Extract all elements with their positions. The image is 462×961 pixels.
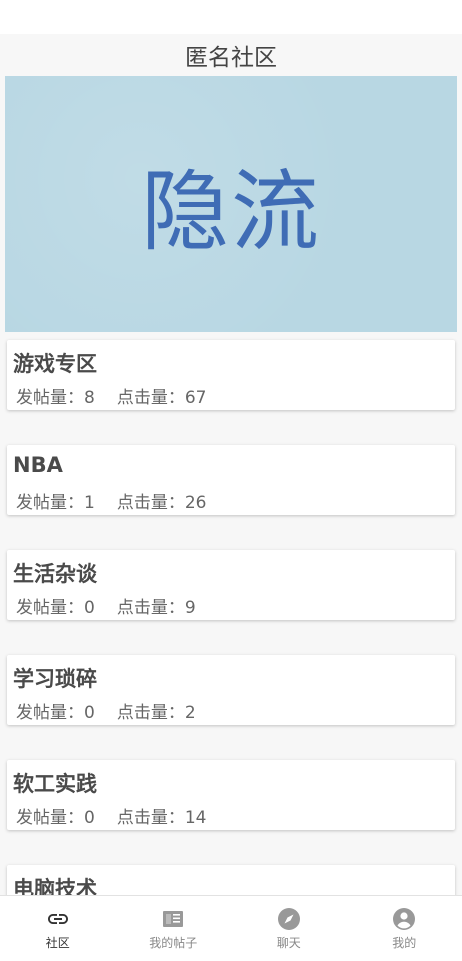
- board-list[interactable]: 游戏专区 发帖量：8 点击量：67 NBA 发帖量：1 点击量：26 生活杂谈 …: [0, 332, 462, 895]
- clicks-count: 14: [185, 808, 207, 828]
- board-card[interactable]: 学习琐碎 发帖量：0 点击量：2: [7, 655, 455, 725]
- clicks-label: 点击量：: [117, 388, 185, 408]
- board-name: 生活杂谈: [13, 558, 97, 588]
- board-card[interactable]: 电脑技术: [7, 865, 455, 895]
- status-bar: [0, 0, 462, 34]
- posts-label: 发帖量：: [16, 598, 84, 618]
- board-card[interactable]: 软工实践 发帖量：0 点击量：14: [7, 760, 455, 830]
- compass-icon: [277, 907, 301, 931]
- posts-label: 发帖量：: [16, 388, 84, 408]
- board-name: 软工实践: [13, 768, 97, 798]
- board-name: NBA: [13, 453, 63, 477]
- bottom-tab-bar: 社区 我的帖子 聊天 我的: [0, 895, 462, 961]
- board-stats: 发帖量：0 点击量：9: [16, 593, 196, 618]
- tab-me[interactable]: 我的: [347, 896, 462, 961]
- posts-count: 0: [84, 703, 95, 723]
- board-name: 游戏专区: [13, 348, 97, 378]
- tab-label: 我的帖子: [149, 934, 197, 951]
- board-card[interactable]: NBA 发帖量：1 点击量：26: [7, 445, 455, 515]
- clicks-label: 点击量：: [117, 703, 185, 723]
- board-stats: 发帖量：0 点击量：14: [16, 803, 206, 828]
- clicks-count: 26: [185, 493, 207, 513]
- tab-label: 我的: [392, 934, 416, 951]
- posts-count: 8: [84, 388, 95, 408]
- board-name: 电脑技术: [13, 873, 97, 895]
- posts-count: 1: [84, 493, 95, 513]
- banner-image: 隐流: [5, 76, 457, 332]
- posts-count: 0: [84, 598, 95, 618]
- tab-label: 聊天: [277, 934, 301, 951]
- posts-label: 发帖量：: [16, 493, 84, 513]
- posts-count: 0: [84, 808, 95, 828]
- posts-label: 发帖量：: [16, 808, 84, 828]
- tab-label: 社区: [46, 934, 70, 951]
- clicks-count: 9: [185, 598, 196, 618]
- tab-community[interactable]: 社区: [0, 896, 116, 961]
- board-name: 学习琐碎: [13, 663, 97, 693]
- tab-my-posts[interactable]: 我的帖子: [116, 896, 232, 961]
- board-card[interactable]: 游戏专区 发帖量：8 点击量：67: [7, 340, 455, 410]
- posts-label: 发帖量：: [16, 703, 84, 723]
- banner-title: 隐流: [141, 141, 321, 268]
- clicks-label: 点击量：: [117, 808, 185, 828]
- clicks-label: 点击量：: [117, 598, 185, 618]
- clicks-count: 67: [185, 388, 207, 408]
- board-stats: 发帖量：0 点击量：2: [16, 698, 196, 723]
- page-title: 匿名社区: [185, 38, 277, 72]
- clicks-label: 点击量：: [117, 493, 185, 513]
- link-icon: [46, 907, 70, 931]
- board-stats: 发帖量：1 点击量：26: [16, 488, 206, 513]
- app-header: 匿名社区: [0, 34, 462, 76]
- article-icon: [161, 907, 185, 931]
- account-circle-icon: [392, 907, 416, 931]
- board-card[interactable]: 生活杂谈 发帖量：0 点击量：9: [7, 550, 455, 620]
- tab-chat[interactable]: 聊天: [231, 896, 347, 961]
- clicks-count: 2: [185, 703, 196, 723]
- board-stats: 发帖量：8 点击量：67: [16, 383, 206, 408]
